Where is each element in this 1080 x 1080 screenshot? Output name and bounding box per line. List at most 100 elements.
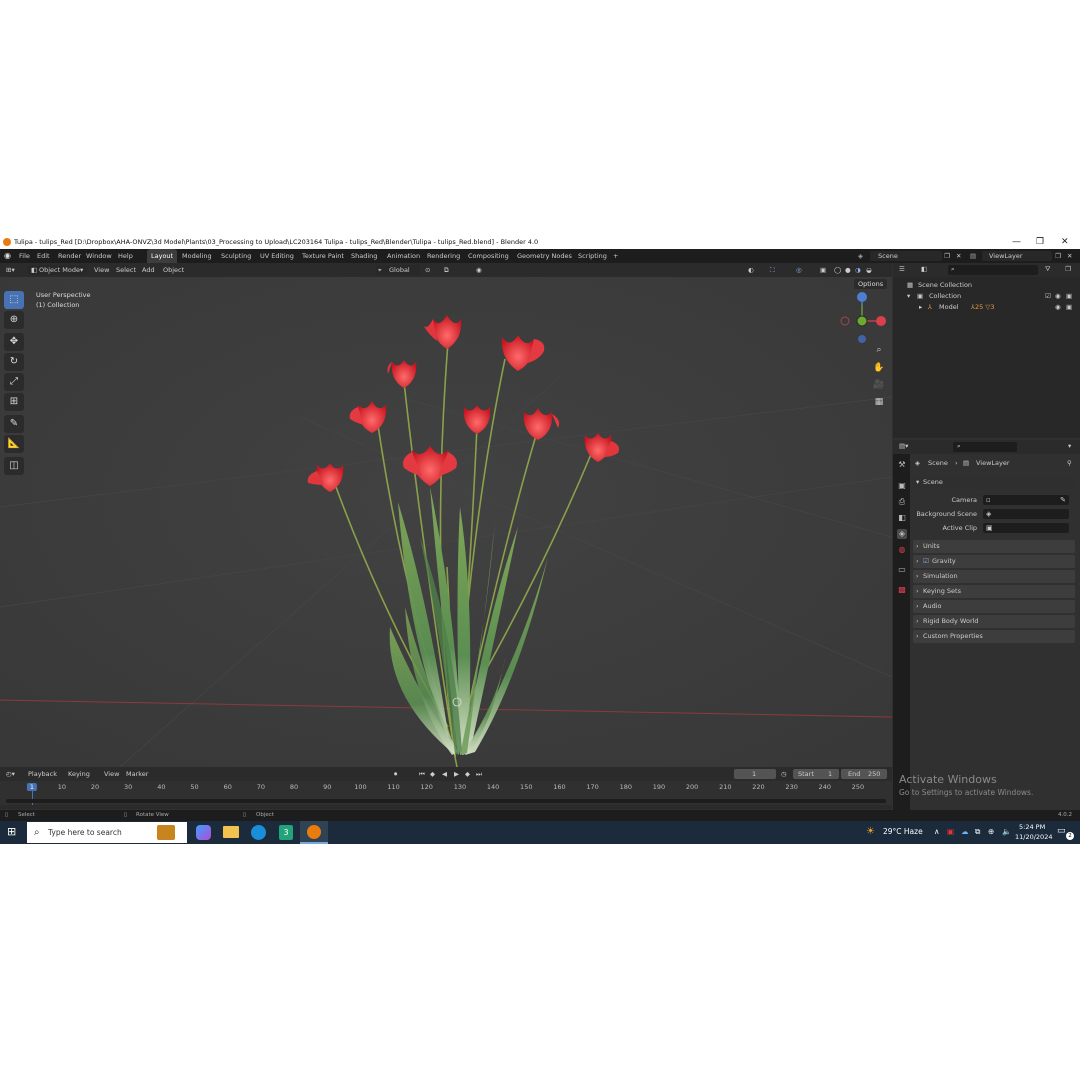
gizmo-toggle-icon[interactable]: ⛶ — [770, 263, 775, 277]
tab-uv-editing[interactable]: UV Editing — [256, 249, 298, 263]
windows-start-icon[interactable]: ⊞ — [7, 825, 16, 838]
tab-animation[interactable]: Animation — [383, 249, 424, 263]
tab-shading[interactable]: Shading — [347, 249, 381, 263]
shading-material-icon[interactable]: ◑ — [855, 263, 861, 277]
3d-viewport[interactable]: User Perspective (1) Collection Options … — [0, 277, 892, 767]
file-explorer-icon[interactable] — [223, 826, 239, 838]
jump-keyframe-back-icon[interactable]: ◆ — [430, 770, 435, 778]
shading-solid-icon[interactable]: ● — [845, 263, 851, 277]
end-frame-field[interactable]: 250 — [868, 770, 880, 778]
keying-menu[interactable]: Keying — [68, 770, 90, 778]
panel-simulation[interactable]: › Simulation — [913, 570, 1075, 583]
visibility-icon[interactable]: ◐ — [748, 263, 754, 277]
options-chevron-icon[interactable]: ▾ — [1068, 442, 1071, 450]
play-icon[interactable]: ▶ — [454, 770, 459, 778]
weather-text[interactable]: 29°C Haze — [883, 827, 923, 836]
output-tab-icon[interactable]: ⎙ — [897, 497, 907, 507]
xray-icon[interactable]: ▣ — [820, 263, 826, 277]
scene-selector[interactable]: Scene — [878, 249, 898, 263]
new-view-layer-icon[interactable]: ❐ — [1055, 249, 1061, 263]
active-clip-field[interactable]: ▣ — [983, 523, 1069, 533]
filter-icon[interactable]: ⛛ — [1045, 265, 1050, 274]
jump-start-icon[interactable]: ⏮ — [419, 770, 425, 779]
options-dropdown[interactable]: Options — [854, 279, 888, 289]
shading-rendered-icon[interactable]: ◒ — [866, 263, 872, 277]
current-frame-field[interactable]: 1 — [752, 770, 756, 778]
measure-tool-icon[interactable]: 📐 — [4, 435, 24, 453]
outliner-editor-icon[interactable]: ☰ — [899, 265, 905, 273]
tab-layout[interactable]: Layout — [147, 249, 178, 263]
camera-view-icon[interactable]: 🎥 — [872, 378, 886, 392]
copilot-icon[interactable] — [196, 825, 211, 840]
pan-hand-icon[interactable]: ✋ — [872, 361, 886, 375]
clock-date[interactable]: 11/20/2024 — [1015, 833, 1052, 841]
annotate-tool-icon[interactable]: ✎ — [4, 415, 24, 433]
render-tab-icon[interactable]: ▣ — [897, 481, 907, 491]
onedrive-icon[interactable]: ☁ — [961, 827, 969, 836]
maximize-button[interactable]: ❐ — [1036, 235, 1044, 249]
properties-editor-icon[interactable]: ▤▾ — [899, 442, 908, 450]
editor-type-icon[interactable]: ⊞▾ — [6, 263, 15, 277]
record-icon[interactable]: ⏺ — [394, 770, 397, 779]
menu-view[interactable]: View — [94, 263, 109, 277]
scale-tool-icon[interactable]: ⤢ — [4, 373, 24, 391]
weather-icon[interactable]: ☀ — [866, 826, 875, 837]
add-cube-tool-icon[interactable]: ◫ — [4, 457, 24, 475]
expand-arrow-icon[interactable]: ▸ — [919, 302, 922, 313]
zoom-icon[interactable]: ⌕ — [872, 343, 886, 357]
exclude-checkbox[interactable]: ☑ — [1045, 291, 1051, 302]
jump-end-icon[interactable]: ⏭ — [476, 770, 482, 779]
network-tray-icon[interactable]: ⧉ — [975, 827, 980, 837]
menu-object[interactable]: Object — [163, 263, 184, 277]
display-mode-icon[interactable]: ◧ — [921, 265, 927, 273]
minimize-button[interactable]: — — [1012, 235, 1021, 249]
tab-texture-paint[interactable]: Texture Paint — [298, 249, 348, 263]
add-workspace-button[interactable]: + — [609, 249, 622, 263]
tray-app-icon[interactable]: ▣ — [947, 827, 954, 836]
transform-tool-icon[interactable]: ⊞ — [4, 393, 24, 411]
jump-keyframe-forward-icon[interactable]: ◆ — [465, 770, 470, 778]
menu-edit[interactable]: Edit — [37, 249, 50, 263]
move-tool-icon[interactable]: ✥ — [4, 333, 24, 351]
new-scene-icon[interactable]: ❐ — [944, 249, 950, 263]
menu-file[interactable]: File — [19, 249, 30, 263]
delete-scene-icon[interactable]: ✕ — [956, 249, 961, 263]
shading-wireframe-icon[interactable]: ◯ — [834, 263, 841, 277]
tab-sculpting[interactable]: Sculpting — [217, 249, 255, 263]
notification-icon[interactable]: ▭ — [1057, 826, 1066, 836]
menu-window[interactable]: Window — [86, 249, 112, 263]
clock-time[interactable]: 5:24 PM — [1019, 823, 1045, 831]
edge-browser-icon[interactable] — [251, 825, 266, 840]
new-collection-icon[interactable]: ❐ — [1065, 265, 1071, 273]
view-layer-selector[interactable]: ViewLayer — [989, 249, 1023, 263]
scene-tab-icon[interactable]: ◈ — [897, 529, 907, 539]
texture-tab-icon[interactable]: ▩ — [897, 585, 907, 595]
cursor-tool-icon[interactable]: ⊕ — [4, 311, 24, 329]
eye-icon[interactable]: ◉ — [1055, 291, 1061, 302]
transform-orientation-selector[interactable]: Global — [389, 263, 410, 277]
play-reverse-icon[interactable]: ◀ — [442, 770, 447, 778]
outliner-row-collection[interactable]: ▾ ▣ Collection ☑ ◉ ▣ — [893, 291, 1080, 302]
timeline-editor-icon[interactable]: ◴▾ — [6, 770, 15, 778]
outliner-row-scene-collection[interactable]: ▦ Scene Collection — [893, 280, 1080, 291]
volume-icon[interactable]: 🔈 — [1002, 827, 1011, 836]
panel-units[interactable]: › Units — [913, 540, 1075, 553]
tab-rendering[interactable]: Rendering — [423, 249, 464, 263]
blender-taskbar-button[interactable] — [300, 821, 328, 844]
pivot-icon[interactable]: ⊙ — [425, 263, 430, 277]
menu-select[interactable]: Select — [116, 263, 136, 277]
panel-custom-properties[interactable]: › Custom Properties — [913, 630, 1075, 643]
background-scene-field[interactable]: ◈ — [983, 509, 1069, 519]
clock-icon[interactable]: ◷ — [781, 770, 787, 778]
camera-icon[interactable]: ▣ — [1066, 291, 1072, 302]
close-button[interactable]: ✕ — [1061, 235, 1069, 249]
snap-icon[interactable]: ⧉ — [444, 263, 449, 277]
overlays-icon[interactable]: ◎ — [796, 263, 802, 277]
select-box-tool-icon[interactable]: ⬚ — [4, 291, 24, 309]
briefcase-icon[interactable] — [157, 825, 175, 840]
menu-help[interactable]: Help — [118, 249, 133, 263]
camera-icon[interactable]: ▣ — [1066, 302, 1072, 313]
timeline-view-menu[interactable]: View — [104, 770, 119, 778]
camera-field[interactable]: ▫ ✎ — [983, 495, 1069, 505]
app-3-icon[interactable]: 3 — [279, 825, 293, 840]
